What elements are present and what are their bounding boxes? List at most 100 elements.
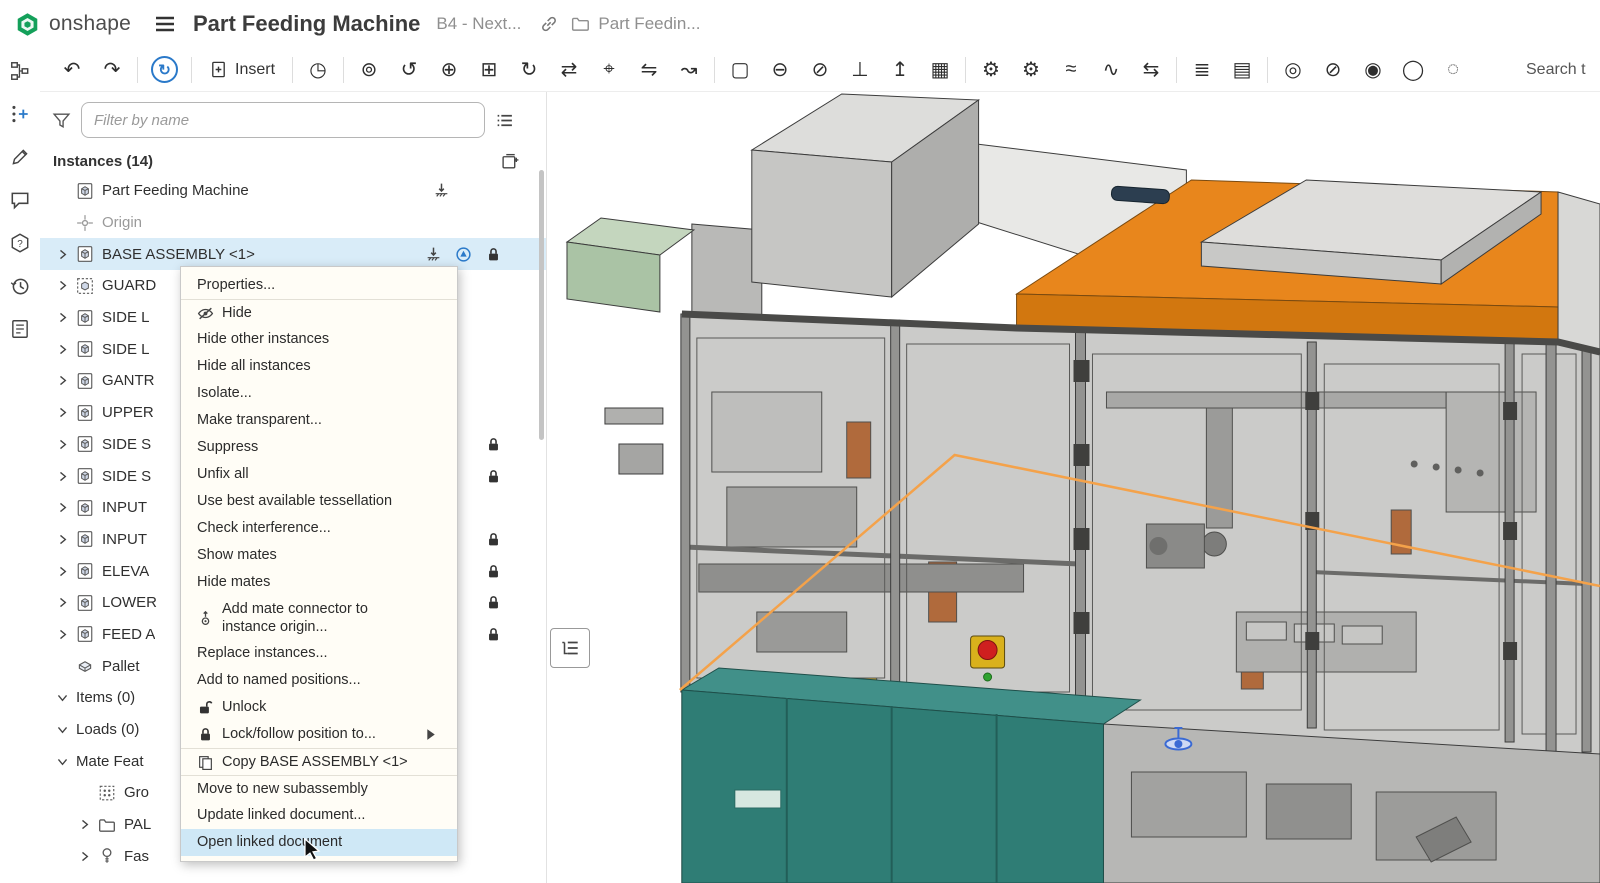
hamburger-menu-icon[interactable] [153,12,177,36]
appearance-button[interactable]: ◯ [1393,52,1433,88]
move-tool-button[interactable]: ⊞ [469,52,509,88]
chevron-right-icon[interactable] [56,343,69,356]
viewport-3d[interactable] [547,92,1600,883]
toolbar-search[interactable]: Search t [1526,61,1600,79]
redo-button[interactable]: ↷ [92,52,132,88]
breadcrumb[interactable]: Part Feedin... [571,14,700,34]
menu-item-add-mate-connector-to-instance-origin[interactable]: Add mate connector to instance origin... [181,596,457,640]
menu-item-hide-mates[interactable]: Hide mates [181,569,457,596]
in-context-icon[interactable] [455,246,472,263]
menu-item-hide-other-instances[interactable]: Hide other instances [181,326,457,353]
chevron-right-icon[interactable] [56,438,69,451]
menu-item-replace-instances[interactable]: Replace instances... [181,640,457,667]
version-label[interactable]: B4 - Next... [436,14,521,34]
chevron-right-icon[interactable] [78,850,91,863]
menu-item-label: Make transparent... [197,411,322,429]
menu-item-hide-all-instances[interactable]: Hide all instances [181,353,457,380]
chevron-down-icon[interactable] [56,755,69,768]
viewport-tree-toggle-button[interactable] [550,628,590,668]
mass-properties-button[interactable]: ◷ [298,52,338,88]
rack-pinion-button[interactable]: ⚙ [1011,52,1051,88]
screw-relation-button[interactable]: ≈ [1051,52,1091,88]
panel-scrollbar[interactable] [539,170,544,440]
menu-item-hide[interactable]: Hide [181,299,457,326]
menu-item-unlock[interactable]: Unlock [181,694,457,721]
pattern-button[interactable]: ▦ [920,52,960,88]
anchor-fix-icon[interactable] [433,182,450,199]
transfer-tool-button[interactable]: ⇆ [1131,52,1171,88]
parts-help-icon[interactable]: ? [9,232,31,254]
link-icon[interactable] [539,14,559,34]
menu-item-add-to-named-positions[interactable]: Add to named positions... [181,667,457,694]
insert-label: Insert [235,61,275,79]
history-icon[interactable] [9,275,31,297]
chevron-right-icon[interactable] [56,501,69,514]
menu-item-copy-base-assembly-1[interactable]: Copy BASE ASSEMBLY <1> [181,748,457,775]
doc-insert-icon [209,60,228,79]
origin-tool-button[interactable]: ⌖ [589,52,629,88]
box-select-button[interactable]: ▢ [720,52,760,88]
named-views-button[interactable]: ◉ [1353,52,1393,88]
align-tool-button[interactable]: ⊕ [429,52,469,88]
bom-button[interactable]: ▤ [1222,52,1262,88]
notes-button[interactable]: ≣ [1182,52,1222,88]
translate-tool-button[interactable]: ⇄ [549,52,589,88]
chevron-down-icon[interactable] [56,691,69,704]
chevron-right-icon[interactable] [56,248,69,261]
gear-relation-button[interactable]: ⚙ [971,52,1011,88]
insert-button[interactable]: Insert [197,60,287,79]
chevron-down-icon[interactable] [56,723,69,736]
update-linked-button[interactable]: ↻ [151,56,178,83]
menu-item-properties[interactable]: Properties... [181,272,457,299]
slider-mate-button[interactable]: ⊘ [800,52,840,88]
tree-row-origin[interactable]: Origin [40,207,546,239]
rotate-gizmo-button[interactable]: ↻ [509,52,549,88]
spring-tool-button[interactable]: ∿ [1091,52,1131,88]
mirror-tool-button[interactable]: ⇋ [629,52,669,88]
path-tool-button[interactable]: ↝ [669,52,709,88]
chevron-right-icon[interactable] [56,470,69,483]
chevron-right-icon[interactable] [56,406,69,419]
chevron-right-icon[interactable] [78,818,91,831]
display-states-button[interactable]: ◌ [1433,52,1473,88]
tree-row-part-feeding-machine[interactable]: Part Feeding Machine [40,175,546,207]
chevron-right-icon[interactable] [56,596,69,609]
chevron-right-icon[interactable] [56,311,69,324]
cylindrical-mate-button[interactable]: ⊖ [760,52,800,88]
menu-item-unfix-all[interactable]: Unfix all [181,461,457,488]
drag-tool-button[interactable]: ↥ [880,52,920,88]
exploded-view-button[interactable]: ◎ [1273,52,1313,88]
pin-slot-mate-button[interactable]: ⊥ [840,52,880,88]
chevron-right-icon[interactable] [56,628,69,641]
mate-connectors-icon[interactable] [9,103,31,125]
filter-input[interactable] [81,102,485,138]
chevron-right-icon[interactable] [56,279,69,292]
report-icon[interactable] [9,318,31,340]
menu-item-suppress[interactable]: Suppress [181,434,457,461]
comments-icon[interactable] [9,189,31,211]
assembly-structure-icon[interactable] [9,60,31,82]
tree-options-icon[interactable] [495,111,514,130]
menu-item-lock-follow-position-to[interactable]: Lock/follow position to... [181,721,457,748]
rotate-tool-button[interactable]: ↺ [389,52,429,88]
mate-button[interactable]: ⊚ [349,52,389,88]
chevron-right-icon[interactable] [56,533,69,546]
menu-item-update-linked-document[interactable]: Update linked document... [181,802,457,829]
section-view-button[interactable]: ⊘ [1313,52,1353,88]
menu-item-open-linked-document[interactable]: Open linked document [181,829,457,856]
menu-item-label: Isolate... [197,384,252,402]
menu-item-show-mates[interactable]: Show mates [181,542,457,569]
anchor-fix-icon[interactable] [425,246,442,263]
menu-item-isolate[interactable]: Isolate... [181,380,457,407]
create-subassembly-icon[interactable] [501,152,520,171]
undo-button[interactable]: ↶ [52,52,92,88]
markup-icon[interactable] [9,146,31,168]
menu-item-check-interference[interactable]: Check interference... [181,515,457,542]
menu-item-use-best-available-tessellation[interactable]: Use best available tessellation [181,488,457,515]
chevron-right-icon[interactable] [56,565,69,578]
menu-item-make-transparent[interactable]: Make transparent... [181,407,457,434]
menu-item-move-to-new-subassembly[interactable]: Move to new subassembly [181,775,457,802]
assembly-icon [76,625,94,643]
onshape-logo-icon[interactable] [14,11,41,38]
chevron-right-icon[interactable] [56,374,69,387]
